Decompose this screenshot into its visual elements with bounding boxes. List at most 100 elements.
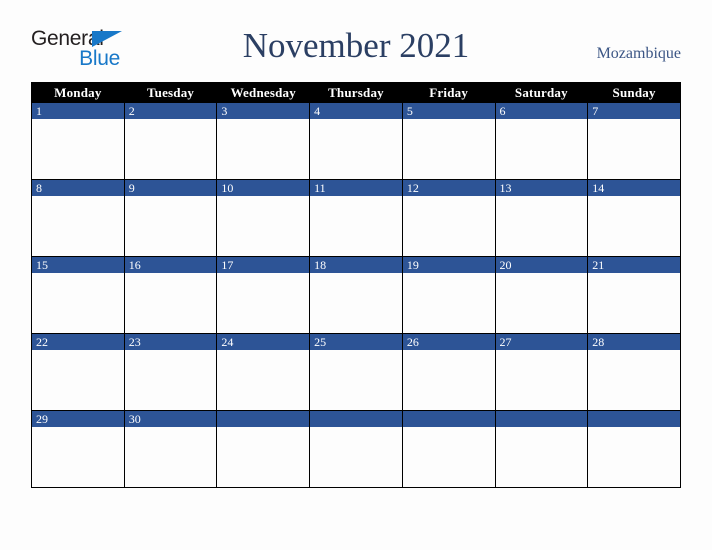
calendar-day-cell-empty <box>401 410 496 488</box>
calendar-day-cell[interactable]: 12 <box>401 179 496 257</box>
day-notes-area[interactable] <box>32 350 124 410</box>
day-notes-area[interactable] <box>124 350 217 410</box>
calendar-day-cell[interactable]: 24 <box>216 333 311 411</box>
day-notes-area <box>310 427 402 487</box>
calendar-day-cell[interactable]: 15 <box>31 256 125 334</box>
day-notes-area[interactable] <box>217 350 310 410</box>
day-notes-area[interactable] <box>495 350 588 410</box>
day-number: 7 <box>588 103 680 119</box>
calendar-day-cell[interactable]: 2 <box>123 102 218 180</box>
logo-text-blue: Blue <box>79 47 120 70</box>
calendar-day-cell[interactable]: 21 <box>587 256 681 334</box>
weekday-header-tuesday: Tuesday <box>123 82 218 103</box>
calendar-day-cell[interactable]: 6 <box>494 102 589 180</box>
calendar-day-cell[interactable]: 5 <box>401 102 496 180</box>
day-number: 20 <box>495 257 588 273</box>
day-notes-area[interactable] <box>495 273 588 333</box>
day-number: 26 <box>402 334 495 350</box>
calendar-day-cell[interactable]: 14 <box>587 179 681 257</box>
calendar-day-cell[interactable]: 19 <box>401 256 496 334</box>
day-notes-area[interactable] <box>124 119 217 179</box>
day-number: 24 <box>217 334 310 350</box>
day-notes-area[interactable] <box>32 119 124 179</box>
day-number: 11 <box>310 180 402 196</box>
day-number: 9 <box>124 180 217 196</box>
calendar-day-cell[interactable]: 25 <box>309 333 403 411</box>
country-label: Mozambique <box>596 45 681 62</box>
day-notes-area[interactable] <box>124 273 217 333</box>
day-number: 5 <box>402 103 495 119</box>
calendar-day-cell-empty <box>494 410 589 488</box>
day-number: 12 <box>402 180 495 196</box>
day-notes-area[interactable] <box>310 119 402 179</box>
day-number <box>310 411 402 427</box>
day-notes-area[interactable] <box>124 196 217 256</box>
calendar-page: General Blue November 2021 Mozambique Mo… <box>0 0 712 550</box>
day-notes-area[interactable] <box>495 119 588 179</box>
day-notes-area[interactable] <box>32 427 124 487</box>
day-notes-area[interactable] <box>402 196 495 256</box>
day-number: 28 <box>588 334 680 350</box>
day-notes-area[interactable] <box>124 427 217 487</box>
calendar-day-cell[interactable]: 4 <box>309 102 403 180</box>
day-notes-area[interactable] <box>310 273 402 333</box>
calendar-day-cell[interactable]: 30 <box>123 410 218 488</box>
day-notes-area[interactable] <box>588 273 680 333</box>
calendar-day-cell[interactable]: 23 <box>123 333 218 411</box>
calendar-header-row: Monday Tuesday Wednesday Thursday Friday… <box>31 82 681 103</box>
calendar-day-cell[interactable]: 3 <box>216 102 311 180</box>
calendar-day-cell[interactable]: 10 <box>216 179 311 257</box>
day-number: 23 <box>124 334 217 350</box>
calendar-day-cell[interactable]: 7 <box>587 102 681 180</box>
calendar-week-row: 22 23 24 25 26 27 28 <box>31 333 681 411</box>
day-notes-area <box>402 427 495 487</box>
calendar-day-cell[interactable]: 17 <box>216 256 311 334</box>
day-notes-area[interactable] <box>402 119 495 179</box>
calendar-day-cell[interactable]: 18 <box>309 256 403 334</box>
day-number: 18 <box>310 257 402 273</box>
day-notes-area <box>217 427 310 487</box>
day-number: 25 <box>310 334 402 350</box>
calendar-day-cell[interactable]: 27 <box>494 333 589 411</box>
calendar-day-cell-empty <box>587 410 681 488</box>
day-number: 27 <box>495 334 588 350</box>
calendar-day-cell[interactable]: 1 <box>31 102 125 180</box>
day-notes-area[interactable] <box>217 273 310 333</box>
day-notes-area[interactable] <box>402 273 495 333</box>
calendar-week-row: 29 30 <box>31 410 681 488</box>
day-notes-area[interactable] <box>310 350 402 410</box>
day-notes-area[interactable] <box>32 196 124 256</box>
day-notes-area[interactable] <box>588 350 680 410</box>
day-notes-area[interactable] <box>217 196 310 256</box>
calendar-day-cell[interactable]: 13 <box>494 179 589 257</box>
calendar-week-row: 1 2 3 4 5 6 7 <box>31 102 681 180</box>
day-notes-area[interactable] <box>495 196 588 256</box>
calendar-day-cell[interactable]: 16 <box>123 256 218 334</box>
calendar-day-cell[interactable]: 8 <box>31 179 125 257</box>
day-number: 30 <box>124 411 217 427</box>
calendar-day-cell[interactable]: 22 <box>31 333 125 411</box>
day-number: 17 <box>217 257 310 273</box>
day-notes-area[interactable] <box>588 196 680 256</box>
day-notes-area[interactable] <box>310 196 402 256</box>
calendar-day-cell[interactable]: 26 <box>401 333 496 411</box>
day-number <box>217 411 310 427</box>
calendar-day-cell[interactable]: 29 <box>31 410 125 488</box>
day-number: 16 <box>124 257 217 273</box>
day-notes-area <box>495 427 588 487</box>
day-notes-area <box>588 427 680 487</box>
day-notes-area[interactable] <box>32 273 124 333</box>
calendar-day-cell-empty <box>216 410 311 488</box>
calendar-day-cell[interactable]: 9 <box>123 179 218 257</box>
day-number <box>495 411 588 427</box>
day-notes-area[interactable] <box>402 350 495 410</box>
calendar-day-cell[interactable]: 11 <box>309 179 403 257</box>
calendar-day-cell[interactable]: 28 <box>587 333 681 411</box>
calendar-day-cell[interactable]: 20 <box>494 256 589 334</box>
day-number: 14 <box>588 180 680 196</box>
day-number: 15 <box>32 257 124 273</box>
day-notes-area[interactable] <box>588 119 680 179</box>
day-number <box>588 411 680 427</box>
day-notes-area[interactable] <box>217 119 310 179</box>
page-title: November 2021 <box>242 26 470 65</box>
